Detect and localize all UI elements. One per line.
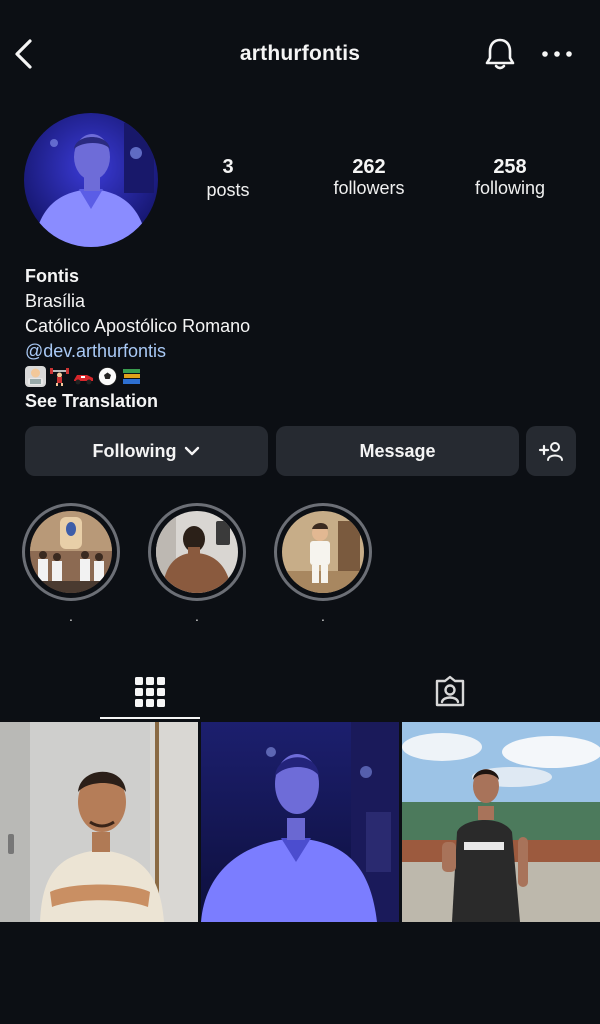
tab-tagged[interactable] — [400, 664, 500, 720]
stat-following[interactable]: 258 following — [450, 156, 570, 200]
post-thumbnail-3[interactable] — [402, 722, 600, 922]
post-3-image — [402, 722, 600, 922]
more-horizontal-icon[interactable] — [540, 44, 574, 64]
active-tab-indicator — [100, 717, 200, 719]
tab-posts-grid[interactable] — [100, 664, 200, 720]
highlight-3-label: . — [321, 608, 325, 624]
message-button[interactable]: Message — [276, 426, 519, 476]
stat-followers[interactable]: 262 followers — [309, 156, 429, 200]
weightlifter-emoji — [49, 366, 70, 387]
following-button[interactable]: Following — [25, 426, 268, 476]
race-car-emoji — [73, 366, 94, 387]
post-1-image — [0, 722, 198, 922]
see-translation-link[interactable]: See Translation — [25, 389, 565, 414]
technologist-emoji — [25, 366, 46, 387]
highlight-1-cover — [30, 511, 112, 593]
message-button-label: Message — [359, 440, 436, 461]
post-2-image — [201, 722, 399, 922]
story-highlight-2[interactable] — [148, 503, 246, 601]
books-emoji — [121, 366, 142, 387]
story-highlight-1[interactable] — [22, 503, 120, 601]
bio-emojis — [25, 364, 565, 389]
add-user-button[interactable] — [526, 426, 576, 476]
stat-posts[interactable]: 3 posts — [168, 156, 288, 202]
display-name: Fontis — [25, 266, 79, 286]
grid-icon — [135, 677, 165, 707]
tagged-person-icon — [435, 675, 465, 707]
posts-grid — [0, 722, 600, 922]
following-count: 258 — [493, 156, 527, 178]
profile-page: arthurfontis 3 posts 262 followers 258 f… — [0, 0, 600, 1024]
post-thumbnail-2[interactable] — [201, 722, 399, 922]
followers-label: followers — [333, 178, 405, 198]
following-button-label: Following — [92, 440, 177, 461]
followers-count: 262 — [352, 156, 386, 178]
profile-bio: Fontis Brasília Católico Apostólico Roma… — [25, 264, 565, 414]
avatar-photo — [24, 113, 158, 247]
following-label: following — [474, 178, 546, 198]
bio-link[interactable]: @dev.arthurfontis — [25, 339, 565, 364]
soccer-ball-emoji — [97, 366, 118, 387]
bio-religion: Católico Apostólico Romano — [25, 316, 251, 336]
top-bar: arthurfontis — [0, 0, 600, 108]
story-highlight-3[interactable] — [274, 503, 372, 601]
post-thumbnail-1[interactable] — [0, 722, 198, 922]
posts-label: posts — [206, 180, 250, 200]
highlight-3-cover — [282, 511, 364, 593]
bio-city: Brasília — [25, 291, 86, 311]
highlight-2-label: . — [195, 608, 199, 624]
highlight-2-cover — [156, 511, 238, 593]
posts-count: 3 — [222, 156, 234, 178]
bell-icon[interactable] — [482, 36, 518, 72]
highlight-1-label: . — [69, 608, 73, 624]
add-user-icon — [538, 442, 563, 461]
chevron-down-icon — [185, 446, 200, 456]
profile-avatar[interactable] — [24, 113, 158, 247]
